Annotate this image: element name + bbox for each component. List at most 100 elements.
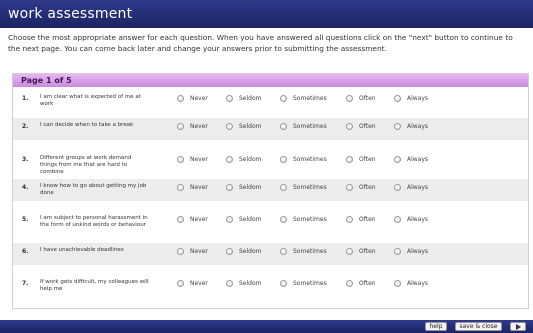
radio-icon	[394, 184, 401, 191]
question-row-1: 1. I am clear what is expected of me at …	[13, 90, 528, 112]
radio-icon	[346, 156, 353, 163]
radio-q7-seldom[interactable]: Seldom	[226, 280, 262, 287]
radio-icon	[226, 184, 233, 191]
question-number: 1.	[22, 95, 29, 102]
option-label: Sometimes	[293, 123, 327, 130]
questions-panel: Page 1 of 5 1. I am clear what is expect…	[12, 73, 529, 309]
radio-q7-sometimes[interactable]: Sometimes	[280, 280, 327, 287]
option-label: Often	[359, 216, 376, 223]
question-text: I am clear what is expected of me at wor…	[40, 94, 141, 107]
option-label: Never	[190, 184, 208, 191]
radio-q6-always[interactable]: Always	[394, 248, 428, 255]
radio-q4-never[interactable]: Never	[177, 184, 208, 191]
radio-q5-often[interactable]: Often	[346, 216, 376, 223]
next-button[interactable]	[510, 322, 526, 331]
option-label: Seldom	[239, 95, 262, 102]
radio-q5-never[interactable]: Never	[177, 216, 208, 223]
radio-q7-often[interactable]: Often	[346, 280, 376, 287]
radio-q6-seldom[interactable]: Seldom	[226, 248, 262, 255]
radio-icon	[346, 248, 353, 255]
radio-icon	[346, 280, 353, 287]
radio-q5-sometimes[interactable]: Sometimes	[280, 216, 327, 223]
radio-icon	[280, 156, 287, 163]
question-text: I am subject to personal harassment in t…	[40, 215, 148, 228]
option-label: Seldom	[239, 184, 262, 191]
option-label: Never	[190, 156, 208, 163]
radio-q3-never[interactable]: Never	[177, 156, 208, 163]
radio-icon	[394, 216, 401, 223]
radio-q7-never[interactable]: Never	[177, 280, 208, 287]
radio-q2-always[interactable]: Always	[394, 123, 428, 130]
radio-q4-seldom[interactable]: Seldom	[226, 184, 262, 191]
question-number: 2.	[22, 123, 29, 130]
radio-q6-often[interactable]: Often	[346, 248, 376, 255]
option-label: Sometimes	[293, 248, 327, 255]
radio-icon	[226, 156, 233, 163]
radio-icon	[280, 280, 287, 287]
radio-q1-sometimes[interactable]: Sometimes	[280, 95, 327, 102]
radio-q1-seldom[interactable]: Seldom	[226, 95, 262, 102]
radio-icon	[177, 216, 184, 223]
radio-q2-seldom[interactable]: Seldom	[226, 123, 262, 130]
radio-q1-never[interactable]: Never	[177, 95, 208, 102]
radio-icon	[394, 156, 401, 163]
option-label: Never	[190, 280, 208, 287]
radio-icon	[280, 123, 287, 130]
radio-icon	[177, 248, 184, 255]
radio-q2-sometimes[interactable]: Sometimes	[280, 123, 327, 130]
radio-q2-never[interactable]: Never	[177, 123, 208, 130]
radio-q1-often[interactable]: Often	[346, 95, 376, 102]
question-number: 6.	[22, 248, 29, 255]
radio-q4-always[interactable]: Always	[394, 184, 428, 191]
question-text: I know how to go about getting my job do…	[40, 183, 147, 196]
radio-icon	[346, 216, 353, 223]
radio-icon	[280, 95, 287, 102]
option-label: Sometimes	[293, 156, 327, 163]
play-triangle-icon	[515, 323, 521, 330]
radio-icon	[346, 123, 353, 130]
radio-q3-sometimes[interactable]: Sometimes	[280, 156, 327, 163]
option-label: Often	[359, 184, 376, 191]
question-number: 7.	[22, 280, 29, 287]
radio-q5-seldom[interactable]: Seldom	[226, 216, 262, 223]
radio-icon	[226, 95, 233, 102]
radio-q3-seldom[interactable]: Seldom	[226, 156, 262, 163]
radio-icon	[280, 248, 287, 255]
radio-icon	[226, 280, 233, 287]
question-number: 4.	[22, 184, 29, 191]
option-label: Never	[190, 248, 208, 255]
option-label: Seldom	[239, 248, 262, 255]
radio-q7-always[interactable]: Always	[394, 280, 428, 287]
option-label: Often	[359, 123, 376, 130]
option-label: Seldom	[239, 123, 262, 130]
option-label: Sometimes	[293, 184, 327, 191]
question-number: 3.	[22, 156, 29, 163]
help-button[interactable]: help	[425, 322, 447, 331]
radio-q4-often[interactable]: Often	[346, 184, 376, 191]
radio-icon	[280, 184, 287, 191]
option-label: Always	[407, 216, 429, 223]
radio-q4-sometimes[interactable]: Sometimes	[280, 184, 327, 191]
question-row-2: 2. I can decide when to take a break Nev…	[13, 118, 528, 140]
option-label: Always	[407, 95, 429, 102]
option-label: Often	[359, 156, 376, 163]
radio-icon	[346, 95, 353, 102]
radio-q2-often[interactable]: Often	[346, 123, 376, 130]
window-title: work assessment	[0, 0, 533, 28]
radio-icon	[346, 184, 353, 191]
radio-q6-sometimes[interactable]: Sometimes	[280, 248, 327, 255]
radio-q6-never[interactable]: Never	[177, 248, 208, 255]
radio-q3-always[interactable]: Always	[394, 156, 428, 163]
radio-q3-often[interactable]: Often	[346, 156, 376, 163]
radio-q1-always[interactable]: Always	[394, 95, 428, 102]
question-number: 5.	[22, 216, 29, 223]
option-label: Never	[190, 95, 208, 102]
option-label: Always	[407, 184, 429, 191]
radio-q5-always[interactable]: Always	[394, 216, 428, 223]
option-label: Sometimes	[293, 95, 327, 102]
option-label: Always	[407, 280, 429, 287]
footer-bar: help save & close	[0, 320, 533, 333]
option-label: Seldom	[239, 280, 262, 287]
radio-icon	[280, 216, 287, 223]
save-close-button[interactable]: save & close	[455, 322, 502, 331]
